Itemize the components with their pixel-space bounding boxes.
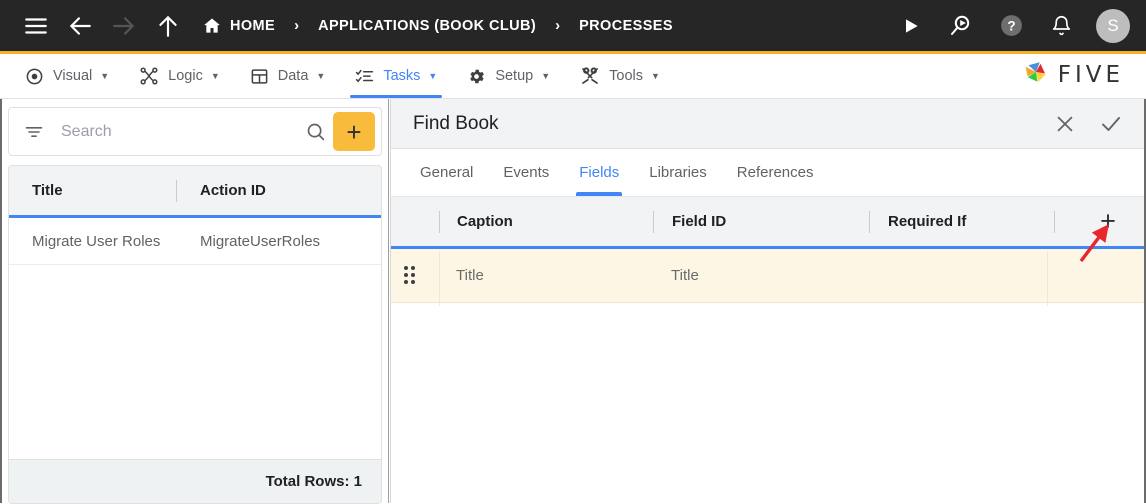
filter-icon[interactable] (19, 122, 49, 142)
top-nav-right-group: ? S (888, 0, 1146, 53)
processes-grid-body: Migrate User Roles MigrateUserRoles (9, 218, 381, 459)
tab-libraries[interactable]: Libraries (634, 149, 722, 196)
menu-item-data[interactable]: Data ▼ (237, 54, 339, 98)
breadcrumb-separator-1: › (294, 17, 300, 34)
search-input[interactable] (49, 122, 297, 141)
search-play-icon[interactable] (938, 0, 984, 53)
breadcrumb-item-processes[interactable]: PROCESSES (577, 18, 675, 34)
tab-label-fields: Fields (579, 164, 620, 181)
tab-label-references: References (736, 164, 814, 181)
top-nav-left-group: HOME › APPLICATIONS (BOOK CLUB) › PROCES… (0, 0, 675, 51)
table-row[interactable]: Migrate User Roles MigrateUserRoles (9, 218, 381, 265)
row-column-divider (439, 252, 440, 306)
breadcrumb-item-home[interactable]: HOME (200, 16, 277, 36)
detail-header: Find Book (391, 99, 1144, 149)
tab-label-events: Events (503, 164, 550, 181)
tab-references[interactable]: References (722, 149, 829, 196)
fields-grid-header: Caption Field ID Required If + (391, 197, 1144, 249)
cell-action-id: MigrateUserRoles (200, 232, 321, 250)
menu-active-underline (350, 95, 443, 98)
top-navigation-bar: HOME › APPLICATIONS (BOOK CLUB) › PROCES… (0, 0, 1146, 54)
svg-text:?: ? (1007, 19, 1015, 34)
processes-grid-header: Title Action ID (9, 166, 381, 218)
cell-caption: Title (456, 267, 484, 284)
add-process-button[interactable]: + (333, 112, 375, 151)
back-arrow-icon[interactable] (58, 0, 102, 53)
column-header-title[interactable]: Title (9, 166, 176, 215)
detail-header-actions (1042, 102, 1134, 146)
logic-nodes-icon (139, 66, 159, 86)
forward-arrow-icon[interactable] (102, 0, 146, 53)
search-bar: + (8, 107, 382, 156)
process-detail-panel: Find Book General Events Fields Librarie… (390, 99, 1146, 503)
chevron-down-icon: ▼ (100, 71, 110, 81)
bell-notification-icon[interactable] (1038, 0, 1084, 53)
breadcrumb-label-home: HOME (230, 17, 276, 34)
column-header-caption[interactable]: Caption (440, 197, 653, 246)
eye-icon (25, 67, 44, 86)
confirm-check-icon[interactable] (1088, 102, 1134, 146)
column-header-required-if[interactable]: Required If (870, 197, 1054, 246)
tab-fields[interactable]: Fields (564, 149, 634, 196)
column-header-action-id[interactable]: Action ID (177, 166, 381, 215)
close-icon[interactable] (1042, 102, 1088, 146)
tools-cross-icon (580, 66, 600, 86)
chevron-down-icon: ▼ (651, 71, 660, 81)
up-arrow-icon[interactable] (146, 0, 190, 53)
menu-item-label-tasks: Tasks (383, 68, 421, 84)
tab-label-general: General (420, 164, 474, 181)
table-row[interactable]: Title Title (391, 249, 1144, 303)
table-grid-icon (250, 67, 269, 86)
menu-item-logic[interactable]: Logic ▼ (126, 54, 233, 98)
avatar-initial: S (1107, 15, 1119, 35)
gear-icon (467, 67, 486, 86)
search-icon[interactable] (297, 121, 333, 142)
chevron-down-icon: ▼ (210, 71, 220, 81)
chevron-down-icon: ▼ (316, 71, 326, 81)
row-column-divider (1047, 252, 1048, 306)
avatar[interactable]: S (1096, 8, 1130, 43)
home-icon (202, 16, 222, 36)
tab-events[interactable]: Events (488, 149, 564, 196)
five-pinwheel-icon (1021, 57, 1051, 92)
menu-item-setup[interactable]: Setup ▼ (454, 54, 563, 98)
menu-item-label-setup: Setup (495, 68, 534, 84)
drag-handle-icon[interactable] (404, 266, 426, 285)
five-brand-logo: FIVE (1021, 57, 1146, 98)
cell-required-if (869, 249, 1054, 302)
breadcrumb-label-processes: PROCESSES (579, 17, 673, 34)
tab-active-underline (576, 192, 623, 196)
menu-item-label-logic: Logic (168, 68, 203, 84)
menu-item-visual[interactable]: Visual ▼ (12, 54, 122, 98)
page-title: Find Book (413, 112, 499, 134)
five-brand-text: FIVE (1057, 61, 1124, 88)
total-rows-label: Total Rows: 1 (9, 459, 381, 503)
processes-list-panel: + Title Action ID Migrate User Roles Mig… (0, 99, 389, 504)
cell-field-id: Title (671, 267, 699, 284)
breadcrumb-separator-2: › (555, 17, 561, 34)
menu-item-label-visual: Visual (53, 68, 93, 84)
chevron-down-icon: ▼ (541, 71, 551, 81)
hamburger-menu-icon[interactable] (14, 0, 58, 53)
chevron-down-icon: ▼ (428, 71, 438, 81)
tab-general[interactable]: General (405, 149, 488, 196)
column-divider (1054, 210, 1055, 233)
fields-grid: Caption Field ID Required If + Title Tit… (391, 197, 1144, 503)
menu-item-tasks[interactable]: Tasks ▼ (342, 54, 450, 98)
checklist-icon (355, 67, 374, 86)
help-circle-icon[interactable]: ? (988, 0, 1034, 53)
column-header-field-id[interactable]: Field ID (654, 197, 869, 246)
fields-grid-add-button[interactable]: + (1094, 208, 1122, 236)
application-menu-bar: Visual ▼ Logic ▼ Data ▼ Tasks ▼ Setup ▼ … (0, 54, 1146, 99)
menu-item-label-data: Data (277, 68, 309, 84)
run-play-icon[interactable] (888, 0, 934, 53)
cell-title: Migrate User Roles (32, 232, 161, 250)
menu-item-tools[interactable]: Tools ▼ (567, 54, 673, 98)
detail-tabs: General Events Fields Libraries Referenc… (391, 149, 1144, 197)
tab-label-libraries: Libraries (649, 164, 707, 181)
menu-item-label-tools: Tools (609, 68, 643, 84)
processes-grid: Title Action ID Migrate User Roles Migra… (8, 165, 382, 504)
breadcrumb-item-applications[interactable]: APPLICATIONS (BOOK CLUB) (316, 18, 538, 34)
breadcrumb-label-applications: APPLICATIONS (BOOK CLUB) (318, 17, 537, 34)
